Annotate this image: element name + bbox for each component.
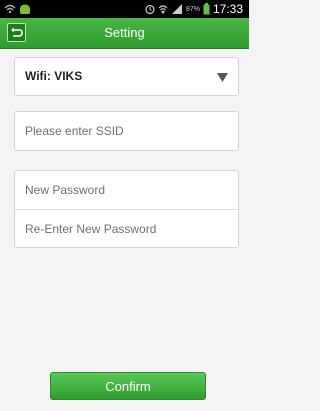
wifi-icon [4,4,16,14]
status-left [4,2,34,16]
android-icon [20,4,30,14]
reenter-password-row [15,210,238,248]
wifi-select-label: Wifi: VIKS [25,69,83,83]
status-time: 17:33 [212,2,243,16]
dropdown-triangle-icon [217,73,228,82]
new-password-input[interactable] [15,171,238,209]
wifi-select[interactable]: Wifi: VIKS [14,57,239,96]
status-bar: 87% 17:33 [0,0,249,18]
new-password-row [15,171,238,209]
reenter-password-input[interactable] [15,210,238,248]
ssid-field-container [14,111,239,151]
app-bar: Setting [0,18,249,49]
cell-signal-icon [171,4,182,14]
password-group [14,170,239,248]
page-title: Setting [104,25,145,40]
battery-percent: 87% [185,5,200,13]
status-left-icons [4,4,30,14]
confirm-button[interactable]: Confirm [50,372,206,400]
status-right: 87% 17:33 [145,0,243,18]
ssid-input[interactable] [15,112,238,150]
alarm-icon [145,4,155,15]
wifi-signal-icon [158,5,168,14]
battery-icon [203,3,210,15]
